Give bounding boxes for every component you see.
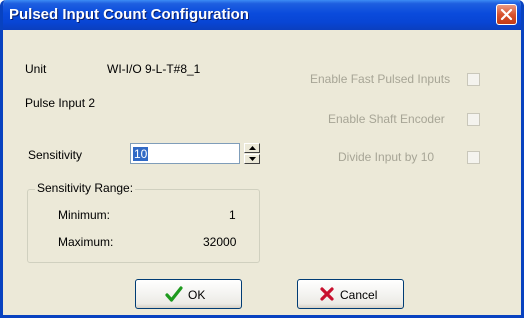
minimum-value: 1	[229, 208, 236, 222]
cancel-label: Cancel	[340, 288, 378, 302]
cancel-x-icon	[320, 287, 334, 301]
unit-value: WI-I/O 9-L-T#8_1	[107, 62, 201, 76]
unit-label: Unit	[25, 62, 47, 76]
divide-checkbox[interactable]	[467, 151, 480, 164]
title-bar[interactable]: Pulsed Input Count Configuration	[3, 0, 521, 30]
fast-pulsed-label: Enable Fast Pulsed Inputs	[310, 72, 451, 86]
sensitivity-value: 10	[133, 147, 149, 161]
sensitivity-range-title: Sensitivity Range:	[35, 181, 136, 195]
pulse-input-label: Pulse Input 2	[25, 96, 96, 110]
ok-button[interactable]: OK	[135, 279, 242, 309]
sensitivity-range-group	[27, 189, 260, 263]
sensitivity-input[interactable]: 10	[130, 143, 240, 164]
minimum-label: Minimum:	[58, 208, 111, 222]
close-icon	[500, 8, 513, 21]
spin-down-button[interactable]	[244, 154, 260, 164]
sensitivity-spinner[interactable]	[244, 143, 260, 164]
triangle-down-icon	[249, 157, 256, 161]
ok-label: OK	[188, 288, 206, 302]
close-button[interactable]	[496, 4, 517, 25]
fast-pulsed-checkbox[interactable]	[467, 73, 480, 86]
cancel-button[interactable]: Cancel	[297, 279, 404, 309]
shaft-encoder-label: Enable Shaft Encoder	[328, 112, 445, 126]
triangle-up-icon	[249, 146, 256, 150]
window-title: Pulsed Input Count Configuration	[9, 6, 249, 23]
maximum-label: Maximum:	[58, 235, 114, 249]
shaft-encoder-checkbox[interactable]	[467, 113, 480, 126]
divide-label: Divide Input by 10	[338, 150, 435, 164]
spin-up-button[interactable]	[244, 143, 260, 153]
maximum-value: 32000	[203, 235, 237, 249]
sensitivity-label: Sensitivity	[28, 148, 83, 162]
checkmark-icon	[165, 286, 183, 302]
